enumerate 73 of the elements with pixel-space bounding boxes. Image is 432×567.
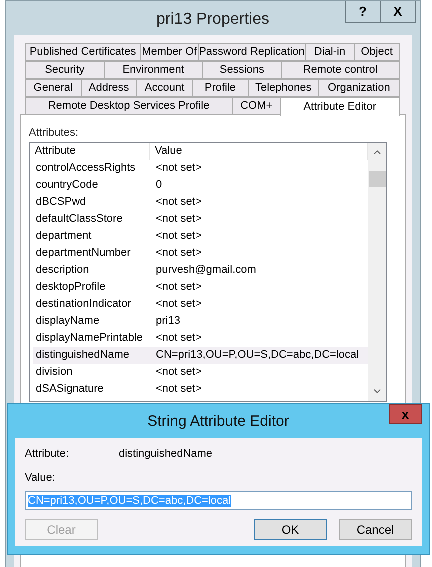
attribute-name: displayName [35,314,101,329]
attribute-value: purvesh@gmail.com [155,263,258,278]
dialog-button[interactable]: OK [254,519,327,540]
attribute-value: pri13 [155,314,182,329]
attribute-value: CN=pri13,OU=P,OU=S,DC=abc,DC=local [155,348,360,363]
tab[interactable]: Security [25,61,105,79]
attribute-name: division [35,365,74,380]
attribute-name: dBCSPwd [35,195,88,210]
attribute-row[interactable]: departmentNumber <not set> [33,245,368,262]
attributes-label: Attributes: [29,127,80,139]
attribute-value: <not set> [155,229,203,244]
value-label: Value: [25,472,56,484]
attribute-row[interactable]: controlAccessRights <not set> [33,160,368,177]
attribute-value: <not set> [155,280,203,295]
attribute-row[interactable]: destinationIndicator <not set> [33,296,368,313]
tab[interactable]: Attribute Editor [280,97,400,116]
attribute-row[interactable]: dSASignature <not set> [33,381,368,398]
attribute-name: controlAccessRights [35,161,137,176]
tab[interactable]: Environment [104,61,204,79]
attribute-row[interactable]: countryCode 0 [33,177,368,194]
value-text: CN=pri13,OU=P,OU=S,DC=abc,DC=local [28,494,232,506]
close-button[interactable]: x [389,404,422,424]
tab[interactable]: Dial-in [304,43,356,61]
attribute-value: <not set> [155,246,203,261]
attribute-row[interactable]: distinguishedName CN=pri13,OU=P,OU=S,DC=abc,DC=local [33,347,368,364]
attribute-name: department [35,229,93,244]
tab[interactable]: COM+ [232,97,282,115]
attribute-value: <not set> [155,161,203,176]
attribute-row[interactable]: displayNamePrintable <not set> [33,330,368,347]
attribute-name: countryCode [35,178,100,193]
attribute-name: defaultClassStore [35,212,124,227]
tab[interactable]: General [25,79,82,97]
attribute-name: departmentNumber [35,246,132,261]
attribute-name: dSASignature [35,382,105,397]
tab[interactable]: Remote control [281,61,400,79]
attribute-value: <not set> [155,331,203,346]
attribute-name: distinguishedName [35,348,131,363]
attribute-value: <not set> [155,365,203,380]
attribute-row[interactable]: desktopProfile <not set> [33,279,368,296]
attribute-name: desktopProfile [35,280,107,295]
attribute-value: 0 [155,178,164,193]
tab[interactable]: Telephones [248,79,320,97]
attribute-row[interactable]: division <not set> [33,364,368,381]
tab[interactable]: Password Replication [198,43,306,61]
dialog-button[interactable]: Cancel [339,519,412,540]
column-header[interactable]: Attribute [30,143,150,160]
tab[interactable]: Published Certificates [25,43,142,61]
help-button[interactable]: ? [345,1,381,23]
window-title: pri13 Properties [156,11,270,29]
attribute-name: distinguishedName [119,448,213,460]
attribute-name: displayNamePrintable [35,331,144,346]
tab[interactable]: Sessions [202,61,282,79]
attribute-row[interactable]: dBCSPwd <not set> [33,194,368,211]
dialog-title: String Attribute Editor [148,412,290,430]
attribute-value: <not set> [155,297,203,312]
tab[interactable]: Address [80,79,138,97]
attribute-value: <not set> [155,212,203,227]
attribute-label: Attribute: [25,448,70,460]
attribute-name: destinationIndicator [35,297,132,312]
attribute-row[interactable]: displayName pri13 [33,313,368,330]
tab[interactable]: Object [354,43,400,61]
tab[interactable]: Remote Desktop Services Profile [25,97,234,115]
attribute-row[interactable]: description purvesh@gmail.com [33,262,368,279]
attribute-row[interactable]: department <not set> [33,228,368,245]
attribute-value: <not set> [155,195,203,210]
tab[interactable]: Profile [192,79,249,97]
attribute-name: description [35,263,90,278]
attribute-value: <not set> [155,382,203,397]
tab[interactable]: Organization [318,79,400,97]
tab[interactable]: Member Of [140,43,200,61]
attribute-row[interactable]: defaultClassStore <not set> [33,211,368,228]
tab[interactable]: Account [136,79,194,97]
close-button[interactable]: X [380,1,416,23]
